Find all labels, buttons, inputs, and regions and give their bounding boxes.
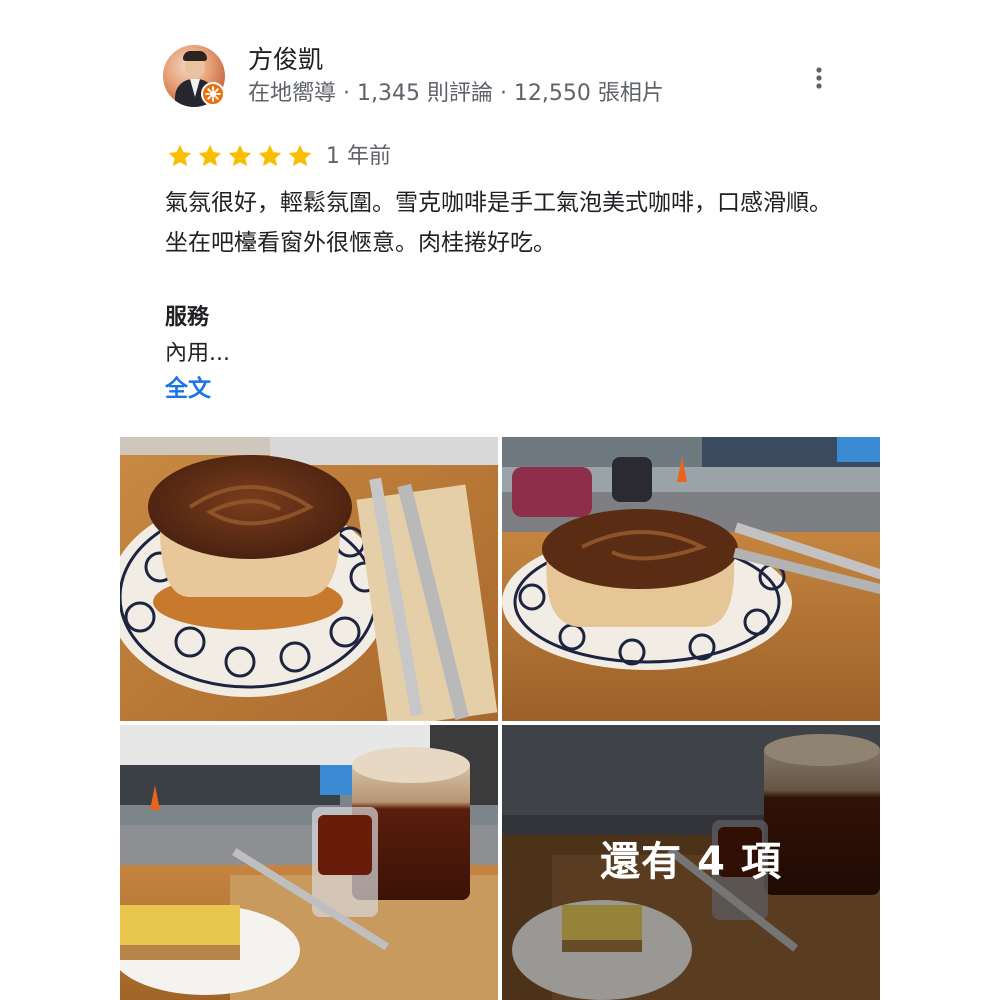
author-name[interactable]: 方俊凱 (248, 44, 323, 76)
more-vert-icon[interactable] (803, 62, 835, 94)
review-photo-1[interactable] (120, 437, 498, 721)
local-guide-badge-icon (201, 82, 225, 106)
review-text: 氣氛很好，輕鬆氛圍。雪克咖啡是手工氣泡美式咖啡，口感滑順。坐在吧檯看窗外很愜意。… (165, 190, 832, 256)
star-rating (165, 142, 315, 170)
star-icon (288, 144, 312, 167)
review-card: 方俊凱 在地嚮導 · 1,345 則評論 · 12,550 張相片 1 年前 氣… (0, 0, 1000, 1000)
more-photos-label: 還有 4 項 (600, 838, 782, 885)
star-icon (228, 144, 252, 167)
review-photo-2[interactable] (502, 437, 880, 721)
service-section-title: 服務 (165, 305, 210, 330)
author-meta[interactable]: 在地嚮導 · 1,345 則評論 · 12,550 張相片 (248, 79, 664, 109)
star-icon (258, 144, 282, 167)
review-time: 1 年前 (326, 144, 391, 169)
service-section-value: 內用... (165, 341, 230, 366)
more-photos-tile[interactable]: 還有 4 項 (502, 725, 880, 1000)
review-photo-3[interactable] (120, 725, 498, 1000)
star-icon (198, 144, 222, 167)
read-more-link[interactable]: 全文 (165, 373, 211, 405)
star-icon (168, 144, 192, 167)
